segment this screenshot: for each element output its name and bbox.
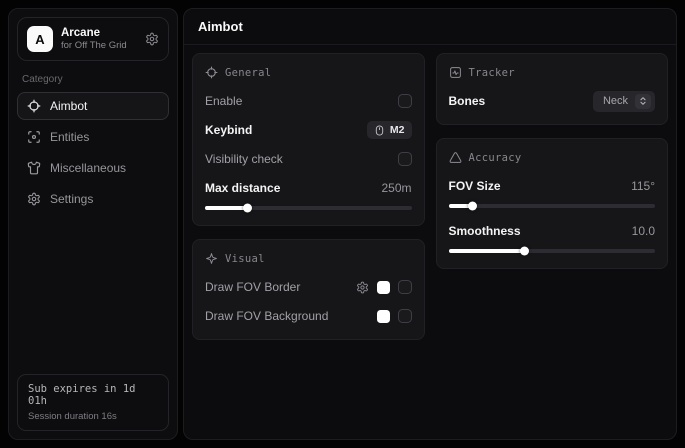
sidebar: A Arcane for Off The Grid Category Aimbo… xyxy=(8,8,178,440)
sidebar-item-label: Settings xyxy=(50,192,93,206)
fov-size-row: FOV Size 115° xyxy=(449,175,656,197)
sparkles-icon xyxy=(205,252,218,265)
column-left: General Enable Keybind M2 xyxy=(192,53,425,340)
panel-tracker: Tracker Bones Neck xyxy=(436,53,669,125)
keybind-label: Keybind xyxy=(205,123,252,137)
slider-fill xyxy=(449,204,474,208)
sidebar-item-miscellaneous[interactable]: Miscellaneous xyxy=(17,154,169,182)
smoothness-label: Smoothness xyxy=(449,224,521,238)
max-distance-value: 250m xyxy=(381,181,411,195)
draw-fov-background-row: Draw FOV Background xyxy=(205,305,412,327)
visibility-check-checkbox[interactable] xyxy=(398,152,412,166)
slider-thumb[interactable] xyxy=(520,247,529,256)
panel-general: General Enable Keybind M2 xyxy=(192,53,425,226)
smoothness-value: 10.0 xyxy=(632,224,655,238)
draw-fov-border-label: Draw FOV Border xyxy=(205,280,300,294)
app-subtitle: for Off The Grid xyxy=(61,40,127,51)
enable-label: Enable xyxy=(205,94,242,108)
fov-size-group: FOV Size 115° xyxy=(449,175,656,208)
bones-label: Bones xyxy=(449,94,486,108)
sub-expiry-text: Sub expires in 1d 01h xyxy=(28,383,158,407)
subscription-card: Sub expires in 1d 01h Session duration 1… xyxy=(17,374,169,431)
slider-thumb[interactable] xyxy=(468,202,477,211)
panel-title-text: Visual xyxy=(225,253,265,265)
max-distance-row: Max distance 250m xyxy=(205,177,412,199)
panel-title-text: General xyxy=(225,67,271,79)
color-swatch[interactable] xyxy=(377,281,390,294)
app-shell: A Arcane for Off The Grid Category Aimbo… xyxy=(0,0,685,448)
draw-fov-border-controls xyxy=(356,280,412,294)
draw-fov-background-controls xyxy=(377,309,412,323)
panel-tracker-title: Tracker xyxy=(449,66,656,79)
max-distance-slider[interactable] xyxy=(205,206,412,210)
smoothness-row: Smoothness 10.0 xyxy=(449,220,656,242)
fov-size-label: FOV Size xyxy=(449,179,501,193)
category-label: Category xyxy=(22,74,164,85)
crosshair-icon xyxy=(27,99,41,113)
gear-icon[interactable] xyxy=(145,32,159,46)
draw-fov-background-checkbox[interactable] xyxy=(398,309,412,323)
main-panel: Aimbot General Enable xyxy=(183,8,677,440)
max-distance-group: Max distance 250m xyxy=(205,177,412,210)
panel-accuracy-title: Accuracy xyxy=(449,151,656,164)
app-logo: A xyxy=(27,26,53,52)
smoothness-slider[interactable] xyxy=(449,249,656,253)
panel-visual: Visual Draw FOV Border Draw xyxy=(192,239,425,340)
slider-thumb[interactable] xyxy=(243,204,252,213)
panel-general-title: General xyxy=(205,66,412,79)
fov-size-slider[interactable] xyxy=(449,204,656,208)
draw-fov-border-checkbox[interactable] xyxy=(398,280,412,294)
enable-checkbox[interactable] xyxy=(398,94,412,108)
column-right: Tracker Bones Neck xyxy=(436,53,669,269)
draw-fov-border-row: Draw FOV Border xyxy=(205,276,412,298)
gear-icon[interactable] xyxy=(356,281,369,294)
visibility-check-row: Visibility check xyxy=(205,148,412,170)
smoothness-group: Smoothness 10.0 xyxy=(449,220,656,253)
crosshair-icon xyxy=(205,66,218,79)
activity-square-icon xyxy=(449,66,462,79)
max-distance-label: Max distance xyxy=(205,181,280,195)
panel-visual-title: Visual xyxy=(205,252,412,265)
scan-eye-icon xyxy=(27,130,41,144)
page-title: Aimbot xyxy=(198,19,243,34)
keybind-value: M2 xyxy=(390,124,405,136)
session-duration-text: Session duration 16s xyxy=(28,411,158,422)
sidebar-header: A Arcane for Off The Grid xyxy=(17,17,169,61)
color-swatch[interactable] xyxy=(377,310,390,323)
slider-fill xyxy=(205,206,248,210)
panel-title-text: Tracker xyxy=(469,67,515,79)
content: General Enable Keybind M2 xyxy=(184,45,676,348)
draw-fov-background-label: Draw FOV Background xyxy=(205,309,328,323)
visibility-check-label: Visibility check xyxy=(205,152,283,166)
panel-title-text: Accuracy xyxy=(469,152,522,164)
sidebar-item-entities[interactable]: Entities xyxy=(17,123,169,151)
bones-select-value: Neck xyxy=(603,95,628,107)
slider-fill xyxy=(449,249,525,253)
bones-select[interactable]: Neck xyxy=(593,91,655,112)
triangle-icon xyxy=(449,151,462,164)
main-header: Aimbot xyxy=(184,9,676,45)
bones-row: Bones Neck xyxy=(449,90,656,112)
sidebar-item-aimbot[interactable]: Aimbot xyxy=(17,92,169,120)
app-name: Arcane xyxy=(61,27,127,39)
app-meta: Arcane for Off The Grid xyxy=(61,27,127,51)
enable-row: Enable xyxy=(205,90,412,112)
shirt-icon xyxy=(27,161,41,175)
panel-accuracy: Accuracy FOV Size 115° xyxy=(436,138,669,269)
sidebar-item-label: Entities xyxy=(50,130,89,144)
mouse-icon xyxy=(374,125,385,136)
gear-icon xyxy=(27,192,41,206)
chevrons-up-down-icon xyxy=(635,94,651,109)
keybind-row: Keybind M2 xyxy=(205,119,412,141)
sidebar-item-label: Miscellaneous xyxy=(50,161,126,175)
sidebar-item-label: Aimbot xyxy=(50,99,87,113)
fov-size-value: 115° xyxy=(631,179,655,193)
sidebar-item-settings[interactable]: Settings xyxy=(17,185,169,213)
keybind-button[interactable]: M2 xyxy=(367,121,412,139)
